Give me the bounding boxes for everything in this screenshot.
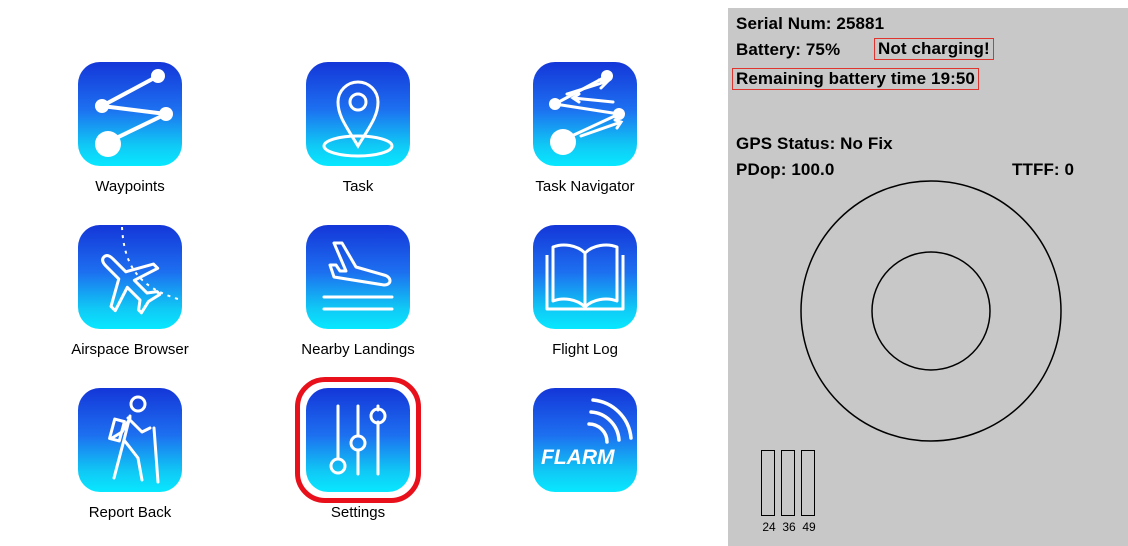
map-pin-icon [306, 62, 410, 166]
waypoints-icon [78, 62, 182, 166]
gps-sky-plot [800, 180, 1062, 442]
app-report-back[interactable]: Report Back [45, 388, 215, 538]
flarm-logo-text: FLARM [541, 446, 615, 469]
landing-icon [306, 225, 410, 329]
outer-ring [800, 180, 1062, 442]
charging-status: Not charging! [874, 38, 994, 60]
status-panel: Serial Num: 25881 Battery: 75% Not charg… [728, 8, 1128, 546]
app-flarm[interactable]: FLARM [500, 388, 670, 538]
signal-bar [761, 450, 775, 516]
app-flight-log[interactable]: Flight Log [500, 225, 670, 375]
satellite-id: 36 [782, 520, 796, 534]
app-label: Task [342, 178, 374, 195]
app-label: Airspace Browser [71, 341, 189, 358]
signal-bar [801, 450, 815, 516]
gps-status: GPS Status: No Fix [736, 134, 893, 153]
satellite-id: 24 [762, 520, 776, 534]
inner-ring [871, 251, 991, 371]
selection-frame [295, 377, 421, 503]
airplane-icon [78, 225, 182, 329]
serial-number: Serial Num: 25881 [736, 14, 885, 33]
app-label: Report Back [88, 504, 172, 521]
battery-level: Battery: 75% [736, 40, 841, 59]
app-label: Nearby Landings [301, 341, 415, 358]
flarm-icon: FLARM [533, 388, 637, 492]
remaining-battery-time: Remaining battery time 19:50 [732, 68, 979, 90]
app-airspace-browser[interactable]: Airspace Browser [45, 225, 215, 375]
app-label: Settings [330, 504, 386, 521]
app-task[interactable]: Task [273, 62, 443, 212]
app-label: Waypoints [95, 178, 165, 195]
task-navigator-icon [533, 62, 637, 166]
hiker-icon [78, 388, 182, 492]
app-nearby-landings[interactable]: Nearby Landings [273, 225, 443, 375]
app-task-navigator[interactable]: Task Navigator [500, 62, 670, 212]
ttff-value: TTFF: 0 [1012, 160, 1075, 179]
app-label: Task Navigator [535, 178, 635, 195]
satellite-signal-bars [761, 450, 815, 516]
pdop-value: PDop: 100.0 [736, 160, 835, 179]
satellite-ids: 24 36 49 [761, 520, 817, 534]
app-settings[interactable]: Settings [273, 377, 443, 538]
sliders-icon [306, 388, 410, 492]
open-book-icon [533, 225, 637, 329]
satellite-id: 49 [802, 520, 816, 534]
app-menu: Waypoints Task Task Navigator Airspace B… [0, 0, 720, 546]
app-waypoints[interactable]: Waypoints [45, 62, 215, 212]
app-label: Flight Log [552, 341, 618, 358]
signal-bar [781, 450, 795, 516]
